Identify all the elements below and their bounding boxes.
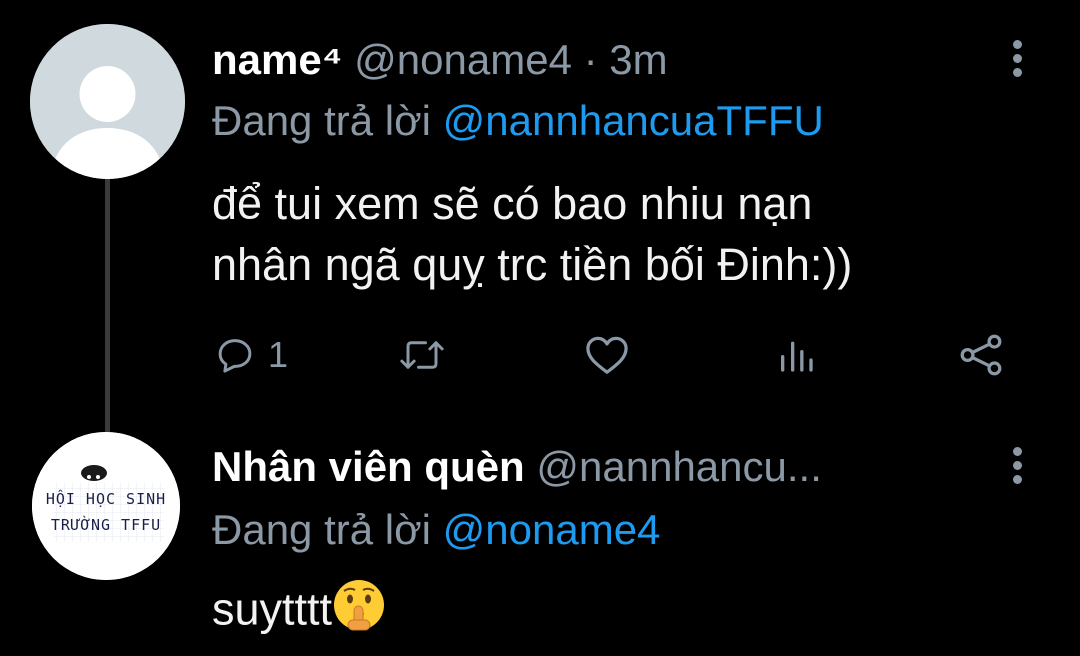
reply-count: 1 [268, 334, 289, 375]
shushing-face-icon [332, 578, 386, 647]
replying-to-label: Đang trả lời [212, 506, 431, 553]
doodle-character-icon [81, 465, 107, 481]
avatar-text-line: TRƯỜNG TFFU [50, 516, 162, 534]
tweet-text-line: để tui xem sẽ có bao nhiu nạn [212, 178, 813, 229]
share-button[interactable] [958, 330, 1004, 380]
user-handle[interactable]: @noname4 [354, 36, 572, 83]
retweet-icon [400, 341, 444, 369]
tweet-text: để tui xem sẽ có bao nhiu nạn nhân ngã q… [212, 173, 852, 295]
reply-button[interactable]: 1 [214, 330, 288, 380]
replying-to-label: Đang trả lời [212, 97, 431, 144]
tweet-text-line: suytttt [212, 583, 333, 635]
mention-link[interactable]: @noname4 [443, 506, 661, 553]
tweet-header: Nhân viên quèn @nannhancu... [212, 442, 822, 492]
replying-to: Đang trả lời @noname4 [212, 505, 660, 555]
replying-to: Đang trả lời @nannhancuaTFFU [212, 96, 824, 146]
avatar[interactable]: HỘI HỌC SINH TRƯỜNG TFFU [32, 432, 180, 580]
user-handle[interactable]: @nannhancu... [536, 443, 822, 490]
analytics-button[interactable] [776, 330, 816, 380]
share-icon [960, 334, 1002, 376]
more-options-icon[interactable] [1011, 447, 1023, 487]
timestamp[interactable]: 3m [609, 36, 667, 83]
default-profile-icon [30, 24, 185, 179]
retweet-button[interactable] [396, 330, 448, 380]
heart-icon [586, 336, 628, 374]
thread-connector-line [105, 178, 110, 432]
display-name[interactable]: name⁴ [212, 36, 343, 83]
separator: · [583, 36, 598, 83]
display-name[interactable]: Nhân viên quèn [212, 443, 525, 490]
analytics-icon [781, 341, 813, 372]
avatar[interactable] [30, 24, 185, 179]
reply-icon [218, 339, 252, 373]
more-options-icon[interactable] [1011, 40, 1023, 80]
like-button[interactable] [584, 330, 630, 380]
tweet-text-line: nhân ngã quỵ trc tiền bối Đinh:)) [212, 239, 853, 290]
tweet-text: suytttt [212, 578, 386, 647]
tweet-header: name⁴ @noname4 · 3m [212, 35, 668, 85]
mention-link[interactable]: @nannhancuaTFFU [443, 97, 824, 144]
avatar-text-line: HỘI HỌC SINH [45, 490, 167, 508]
